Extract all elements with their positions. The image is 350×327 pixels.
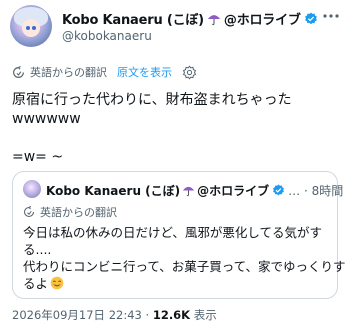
translate-icon — [23, 206, 35, 218]
translation-label: 英語からの翻訳 — [30, 66, 107, 79]
author-suffix[interactable]: @ホロライブ — [224, 9, 301, 28]
quoted-line: る.... — [23, 242, 52, 257]
translate-icon — [13, 65, 24, 78]
umbrella-icon — [182, 186, 195, 197]
avatar[interactable] — [10, 5, 52, 47]
tweet-line: wwwwww — [12, 111, 81, 127]
smile-emoji-icon — [50, 276, 64, 290]
quoted-suffix[interactable]: @ホロライブ — [197, 182, 269, 199]
quoted-line: るよ — [23, 276, 49, 291]
quoted-line: 代わりにコンビニ行って、お菓子買って、家でゆっくりす — [23, 259, 346, 274]
quoted-tweet[interactable]: Kobo Kanaeru (こぼ) @ホロライブ … · 8時間 英語からの翻訳… — [12, 171, 346, 299]
umbrella-icon — [207, 14, 221, 25]
verified-badge-icon — [273, 184, 285, 196]
quoted-display-name[interactable]: Kobo Kanaeru (こぼ) — [46, 182, 180, 199]
quoted-translation-label: 英語からの翻訳 — [40, 206, 117, 219]
view-count: 12.6K — [152, 308, 191, 322]
tweet-meta: 2026年09月17日 22:43 · 12.6K 表示 — [12, 307, 217, 323]
quoted-avatar[interactable] — [23, 180, 41, 198]
gear-icon[interactable] — [182, 64, 197, 80]
verified-badge-icon — [304, 12, 317, 24]
quoted-translation-bar: 英語からの翻訳 — [23, 204, 117, 220]
quoted-meta[interactable]: … · 8時間 — [288, 182, 343, 199]
more-icon[interactable] — [322, 11, 340, 21]
quoted-last-line: るよ — [23, 275, 329, 292]
author-display-name[interactable]: Kobo Kanaeru (こぼ) — [62, 9, 204, 28]
show-original-link[interactable]: 原文を表示 — [117, 64, 172, 80]
tweet-line: =w= ~ — [12, 149, 64, 165]
timestamp[interactable]: 2026年09月17日 22:43 — [12, 308, 142, 322]
author-name-row[interactable]: Kobo Kanaeru (こぼ) @ホロライブ — [62, 9, 318, 28]
tweet-line: 原宿に行った代わりに、財布盗まれちゃった — [12, 92, 292, 108]
quoted-line: 今日は私の休みの日だけど、風邪が悪化してる気がす — [23, 225, 323, 240]
quoted-author-row: Kobo Kanaeru (こぼ) @ホロライブ … · 8時間 — [46, 182, 343, 199]
views-label: 表示 — [193, 308, 217, 322]
author-handle[interactable]: @kobokanaeru — [62, 29, 152, 43]
separator: · — [145, 308, 150, 322]
quoted-text: 今日は私の休みの日だけど、風邪が悪化してる気がす る.... 代わりにコンビニ行… — [23, 224, 346, 292]
translation-bar: 英語からの翻訳 原文を表示 — [12, 64, 197, 80]
tweet-header: Kobo Kanaeru (こぼ) @ホロライブ @kobokanaeru — [10, 5, 340, 49]
tweet-text: 原宿に行った代わりに、財布盗まれちゃった wwwwww =w= ~ — [12, 91, 338, 167]
